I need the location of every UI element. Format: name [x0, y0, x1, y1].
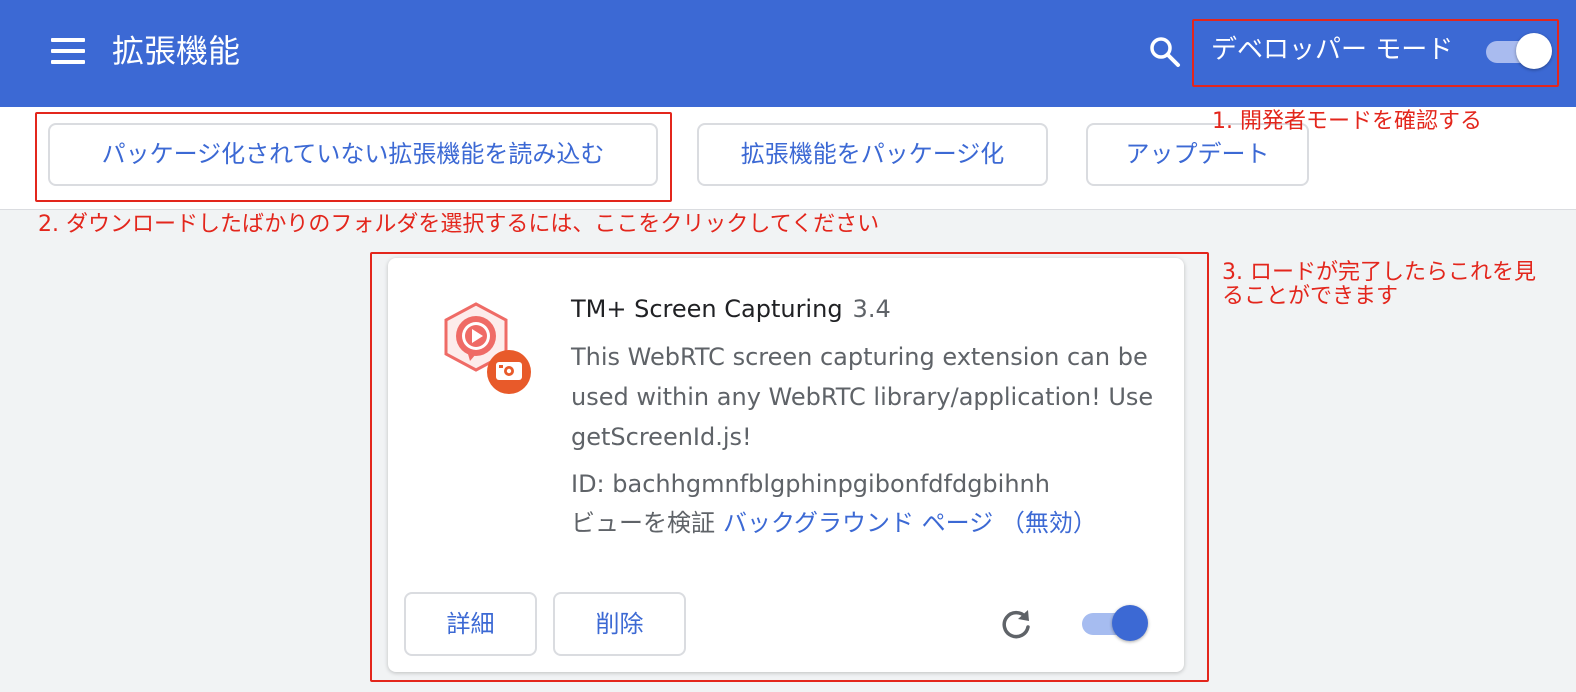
remove-button[interactable]: 削除: [553, 592, 686, 656]
app-header: 拡張機能 デベロッパー モード: [0, 0, 1576, 107]
extension-name: TM+ Screen Capturing: [571, 295, 843, 323]
toggle-knob: [1516, 33, 1552, 69]
annotation-step1: 1. 開発者モードを確認する: [1212, 109, 1482, 134]
extension-card: TM+ Screen Capturing 3.4 This WebRTC scre…: [388, 258, 1184, 672]
load-unpacked-button[interactable]: パッケージ化されていない拡張機能を読み込む: [48, 123, 658, 186]
toggle-knob: [1112, 605, 1148, 641]
inspect-views-label: ビューを検証: [571, 509, 715, 537]
annotation-step3-line2: ることができます: [1222, 284, 1399, 309]
annotation-step3-line1: 3. ロードが完了したらこれを見: [1222, 260, 1536, 285]
details-button[interactable]: 詳細: [404, 592, 537, 656]
inspect-views-row: ビューを検証 バックグラウンド ページ （無効）: [571, 506, 1097, 540]
search-icon[interactable]: [1148, 35, 1182, 69]
page-title: 拡張機能: [112, 32, 241, 70]
reload-icon[interactable]: [998, 606, 1034, 642]
screen-capture-icon: [440, 298, 536, 396]
background-page-link[interactable]: バックグラウンド ページ （無効）: [723, 509, 1097, 537]
developer-mode-toggle[interactable]: [1486, 33, 1552, 71]
extension-version: 3.4: [852, 295, 891, 323]
menu-icon[interactable]: [51, 38, 85, 64]
developer-mode-label: デベロッパー モード: [1211, 35, 1454, 65]
extension-description: This WebRTC screen capturing extension c…: [571, 343, 1154, 451]
extension-title: TM+ Screen Capturing 3.4: [571, 292, 891, 326]
extension-enable-toggle[interactable]: [1082, 605, 1148, 643]
annotation-step2: 2. ダウンロードしたばかりのフォルダを選択するには、ここをクリックしてください: [38, 212, 880, 237]
pack-extension-button[interactable]: 拡張機能をパッケージ化: [697, 123, 1048, 186]
extension-id: ID: bachhgmnfblgphinpgibonfdfdgbihnh: [571, 470, 1050, 498]
